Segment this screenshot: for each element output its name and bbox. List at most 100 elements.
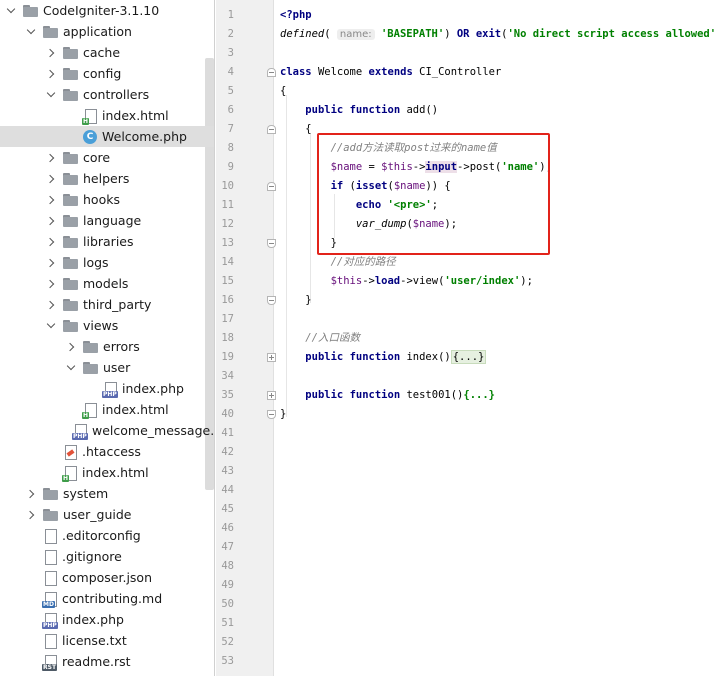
tree-item[interactable]: C Welcome.php <box>0 126 214 147</box>
tree-item[interactable]: .editorconfig <box>0 525 214 546</box>
function-name-index: index <box>406 351 439 363</box>
class-name: Welcome <box>317 66 363 78</box>
chevron-right-icon[interactable] <box>46 147 56 168</box>
chevron-down-icon[interactable] <box>46 84 56 105</box>
line-number: 48 <box>221 560 234 572</box>
tree-item-label: composer.json <box>62 570 153 585</box>
folded-block[interactable]: {...} <box>463 389 495 401</box>
file-type-badge: H <box>82 117 90 125</box>
chevron-right-icon[interactable] <box>46 63 56 84</box>
tree-item-label: index.php <box>62 612 124 627</box>
tree-item[interactable]: libraries <box>0 231 214 252</box>
chevron-right-icon[interactable] <box>46 189 56 210</box>
chevron-right-icon[interactable] <box>26 483 36 504</box>
expand-fold-icon[interactable] <box>267 353 276 362</box>
this-variable: $this <box>330 275 363 287</box>
public-keyword: public <box>305 351 344 363</box>
chevron-down-icon[interactable] <box>6 0 16 21</box>
tree-item[interactable]: cache <box>0 42 214 63</box>
tree-item[interactable]: models <box>0 273 214 294</box>
collapse-fold-icon[interactable] <box>267 125 276 134</box>
chevron-down-icon[interactable] <box>66 357 76 378</box>
line-number: 15 <box>221 275 234 287</box>
chevron-right-icon[interactable] <box>46 294 56 315</box>
highlight-box <box>317 133 550 255</box>
tree-item[interactable]: helpers <box>0 168 214 189</box>
tree-item[interactable]: PHP index.php <box>0 378 214 399</box>
tree-item[interactable]: user <box>0 357 214 378</box>
tree-item-label: index.html <box>102 402 169 417</box>
project-tree[interactable]: CodeIgniter-3.1.10 application cache config… <box>0 0 215 676</box>
folder-icon <box>63 88 79 102</box>
tree-item[interactable]: user_guide <box>0 504 214 525</box>
tree-item[interactable]: .htaccess <box>0 441 214 462</box>
collapse-fold-icon[interactable] <box>267 68 276 77</box>
tree-item[interactable]: Hindex.html <box>0 399 214 420</box>
html-file-icon: H <box>82 402 97 419</box>
folder-icon <box>63 67 79 81</box>
tree-item[interactable]: MD contributing.md <box>0 588 214 609</box>
expand-fold-icon[interactable] <box>267 391 276 400</box>
chevron-down-icon[interactable] <box>26 21 36 42</box>
file-type-badge: MD <box>42 600 55 608</box>
tree-item[interactable]: application <box>0 21 214 42</box>
collapse-fold-icon[interactable] <box>267 239 276 248</box>
line-number: 2 <box>227 28 234 40</box>
chevron-right-icon[interactable] <box>46 252 56 273</box>
tree-item[interactable]: controllers <box>0 84 214 105</box>
folder-icon <box>43 25 59 39</box>
file-type-badge: PHP <box>42 621 58 629</box>
tree-item[interactable]: system <box>0 483 214 504</box>
chevron-right-icon[interactable] <box>46 273 56 294</box>
chevron-down-icon[interactable] <box>46 315 56 336</box>
tree-item[interactable]: .gitignore <box>0 546 214 567</box>
tree-item[interactable]: logs <box>0 252 214 273</box>
tree-item-label: hooks <box>83 192 120 207</box>
line-number: 1 <box>227 9 234 21</box>
tree-item[interactable]: PHP welcome_message.php <box>0 420 214 441</box>
code-line-2: defined( name: 'BASEPATH') OR exit('No d… <box>280 28 715 40</box>
tree-item[interactable]: language <box>0 210 214 231</box>
tree-item[interactable]: hooks <box>0 189 214 210</box>
brace: } <box>280 408 287 420</box>
tree-item-label: CodeIgniter-3.1.10 <box>43 3 160 18</box>
chevron-right-icon[interactable] <box>46 42 56 63</box>
line-number: 45 <box>221 503 234 515</box>
collapse-fold-icon[interactable] <box>267 410 276 419</box>
parameter-hint: name: <box>336 29 375 40</box>
tree-item[interactable]: PHP index.php <box>0 609 214 630</box>
folder-icon <box>63 193 79 207</box>
collapse-fold-icon[interactable] <box>267 296 276 305</box>
tree-item[interactable]: CodeIgniter-3.1.10 <box>0 0 214 21</box>
chevron-right-icon[interactable] <box>46 210 56 231</box>
tree-item[interactable]: core <box>0 147 214 168</box>
chevron-right-icon[interactable] <box>66 336 76 357</box>
code-line-4: class Welcome extends CI_Controller <box>280 63 501 82</box>
tree-item[interactable]: errors <box>0 336 214 357</box>
tree-item[interactable]: Hindex.html <box>0 105 214 126</box>
line-number: 51 <box>221 617 234 629</box>
function-keyword: function <box>349 389 401 401</box>
php-file-icon: PHP <box>42 612 58 629</box>
collapse-fold-icon[interactable] <box>267 182 276 191</box>
code-editor[interactable]: 1 2 3 4 5 6 7 8 9 10 11 12 13 14 15 16 17 18 19 34 35 40 41 42 4… <box>216 0 715 676</box>
function-keyword: function <box>349 351 401 363</box>
folder-icon <box>63 214 79 228</box>
tree-item[interactable]: license.txt <box>0 630 214 651</box>
line-number: 16 <box>221 294 234 306</box>
comment: //对应的路径 <box>330 256 396 268</box>
tree-item[interactable]: RST readme.rst <box>0 651 214 672</box>
tree-item[interactable]: views <box>0 315 214 336</box>
view-method: view <box>412 275 439 287</box>
tree-item[interactable]: config <box>0 63 214 84</box>
tree-item[interactable]: composer.json <box>0 567 214 588</box>
folded-block[interactable]: {...} <box>450 350 487 364</box>
line-number: 6 <box>227 104 234 116</box>
chevron-right-icon[interactable] <box>46 168 56 189</box>
line-number: 5 <box>227 85 234 97</box>
chevron-right-icon[interactable] <box>26 504 36 525</box>
tree-item[interactable]: third_party <box>0 294 214 315</box>
chevron-right-icon[interactable] <box>46 231 56 252</box>
tree-item[interactable]: Hindex.html <box>0 462 214 483</box>
htaccess-file-icon <box>64 444 77 460</box>
